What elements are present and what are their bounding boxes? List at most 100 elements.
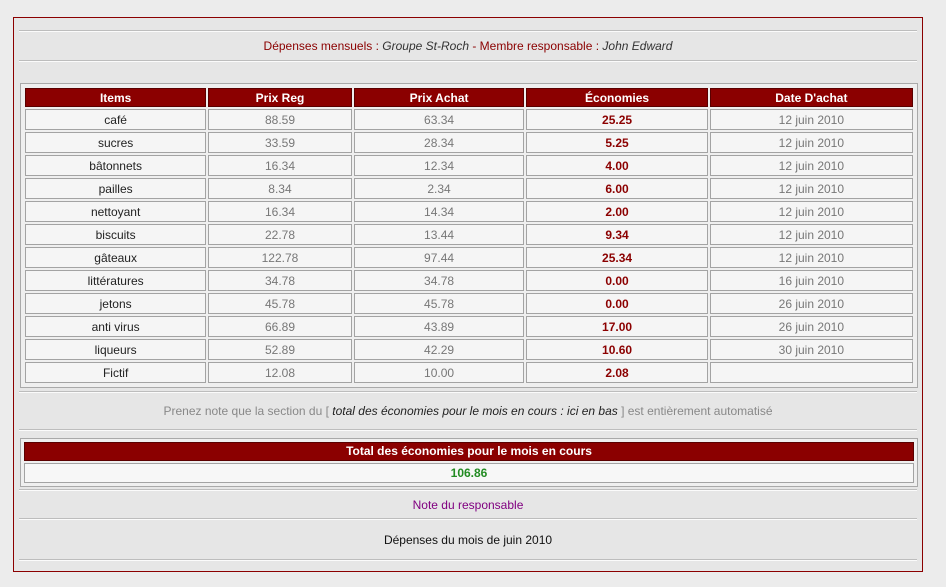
table-row: café 88.59 63.34 25.25 12 juin 2010 xyxy=(25,109,913,130)
expenses-table-container: Items Prix Reg Prix Achat Économies Date… xyxy=(20,83,918,388)
table-row: jetons 45.78 45.78 0.00 26 juin 2010 xyxy=(25,293,913,314)
cell-prix-achat: 34.78 xyxy=(353,270,525,291)
table-row: liqueurs 52.89 42.29 10.60 30 juin 2010 xyxy=(25,339,913,360)
cell-prix-achat: 13.44 xyxy=(353,224,525,245)
cell-item: littératures xyxy=(25,270,207,291)
column-header-prix-reg: Prix Reg xyxy=(208,88,352,107)
divider xyxy=(19,60,917,62)
cell-prix-achat: 10.00 xyxy=(353,362,525,383)
cell-economies: 9.34 xyxy=(526,224,708,245)
main-frame: Dépenses mensuels : Groupe St-Roch - Mem… xyxy=(13,17,923,572)
cell-item: anti virus xyxy=(25,316,207,337)
cell-item: sucres xyxy=(25,132,207,153)
divider xyxy=(19,429,917,431)
column-header-prix-achat: Prix Achat xyxy=(353,88,525,107)
cell-item: bâtonnets xyxy=(25,155,207,176)
cell-economies: 6.00 xyxy=(526,178,708,199)
monthly-total-title: Total des économies pour le mois en cour… xyxy=(24,442,914,461)
divider xyxy=(19,391,917,393)
note-emphasis: total des économies pour le mois en cour… xyxy=(332,404,618,418)
cell-date: 12 juin 2010 xyxy=(709,224,913,245)
cell-prix-achat: 2.34 xyxy=(353,178,525,199)
cell-date: 26 juin 2010 xyxy=(709,293,913,314)
cell-item: liqueurs xyxy=(25,339,207,360)
divider xyxy=(19,518,917,520)
cell-item: Fictif xyxy=(25,362,207,383)
cell-date: 12 juin 2010 xyxy=(709,247,913,268)
cell-prix-reg: 122.78 xyxy=(208,247,352,268)
column-header-items: Items xyxy=(25,88,207,107)
cell-prix-achat: 28.34 xyxy=(353,132,525,153)
cell-prix-achat: 12.34 xyxy=(353,155,525,176)
cell-prix-reg: 12.08 xyxy=(208,362,352,383)
note-prefix: Prenez note que la section du [ xyxy=(163,404,329,418)
cell-prix-achat: 42.29 xyxy=(353,339,525,360)
page-header: Dépenses mensuels : Groupe St-Roch - Mem… xyxy=(14,39,922,53)
divider xyxy=(19,30,917,32)
cell-date: 12 juin 2010 xyxy=(709,178,913,199)
divider xyxy=(19,559,917,561)
cell-economies: 25.25 xyxy=(526,109,708,130)
cell-prix-achat: 63.34 xyxy=(353,109,525,130)
cell-date: 12 juin 2010 xyxy=(709,155,913,176)
responsable-note-link[interactable]: Note du responsable xyxy=(14,498,922,512)
cell-economies: 2.08 xyxy=(526,362,708,383)
cell-item: jetons xyxy=(25,293,207,314)
cell-prix-reg: 34.78 xyxy=(208,270,352,291)
cell-date: 16 juin 2010 xyxy=(709,270,913,291)
expenses-table: Items Prix Reg Prix Achat Économies Date… xyxy=(23,86,915,385)
cell-item: biscuits xyxy=(25,224,207,245)
monthly-total-container: Total des économies pour le mois en cour… xyxy=(20,438,918,487)
monthly-total-value: 106.86 xyxy=(24,463,914,483)
table-row: Fictif 12.08 10.00 2.08 xyxy=(25,362,913,383)
cell-item: pailles xyxy=(25,178,207,199)
table-row: biscuits 22.78 13.44 9.34 12 juin 2010 xyxy=(25,224,913,245)
group-name: Groupe St-Roch xyxy=(382,39,469,53)
cell-item: gâteaux xyxy=(25,247,207,268)
cell-item: nettoyant xyxy=(25,201,207,222)
cell-date: 12 juin 2010 xyxy=(709,109,913,130)
cell-date: 12 juin 2010 xyxy=(709,132,913,153)
column-header-date-achat: Date D'achat xyxy=(709,88,913,107)
table-row: pailles 8.34 2.34 6.00 12 juin 2010 xyxy=(25,178,913,199)
cell-prix-achat: 97.44 xyxy=(353,247,525,268)
month-title: Dépenses du mois de juin 2010 xyxy=(383,533,553,547)
table-row: gâteaux 122.78 97.44 25.34 12 juin 2010 xyxy=(25,247,913,268)
cell-date: 26 juin 2010 xyxy=(709,316,913,337)
cell-economies: 25.34 xyxy=(526,247,708,268)
cell-prix-reg: 66.89 xyxy=(208,316,352,337)
table-row: bâtonnets 16.34 12.34 4.00 12 juin 2010 xyxy=(25,155,913,176)
cell-economies: 0.00 xyxy=(526,293,708,314)
label-depenses: Dépenses mensuels : xyxy=(263,39,379,53)
cell-economies: 10.60 xyxy=(526,339,708,360)
cell-prix-reg: 8.34 xyxy=(208,178,352,199)
cell-prix-reg: 45.78 xyxy=(208,293,352,314)
note-suffix: ] est entièrement automatisé xyxy=(621,404,773,418)
cell-economies: 0.00 xyxy=(526,270,708,291)
cell-date xyxy=(709,362,913,383)
automation-note: Prenez note que la section du [ total de… xyxy=(14,404,922,418)
cell-prix-achat: 45.78 xyxy=(353,293,525,314)
column-header-economies: Économies xyxy=(526,88,708,107)
table-row: anti virus 66.89 43.89 17.00 26 juin 201… xyxy=(25,316,913,337)
cell-prix-reg: 52.89 xyxy=(208,339,352,360)
cell-item: café xyxy=(25,109,207,130)
table-row: nettoyant 16.34 14.34 2.00 12 juin 2010 xyxy=(25,201,913,222)
cell-prix-reg: 88.59 xyxy=(208,109,352,130)
cell-date: 30 juin 2010 xyxy=(709,339,913,360)
cell-prix-reg: 16.34 xyxy=(208,201,352,222)
cell-prix-achat: 43.89 xyxy=(353,316,525,337)
cell-prix-reg: 33.59 xyxy=(208,132,352,153)
table-row: littératures 34.78 34.78 0.00 16 juin 20… xyxy=(25,270,913,291)
label-membre: Membre responsable : xyxy=(479,39,600,53)
divider xyxy=(19,489,917,491)
header-separator: - xyxy=(469,39,480,53)
cell-economies: 2.00 xyxy=(526,201,708,222)
table-header-row: Items Prix Reg Prix Achat Économies Date… xyxy=(25,88,913,107)
member-name: John Edward xyxy=(602,39,673,53)
cell-prix-reg: 22.78 xyxy=(208,224,352,245)
cell-economies: 5.25 xyxy=(526,132,708,153)
table-row: sucres 33.59 28.34 5.25 12 juin 2010 xyxy=(25,132,913,153)
cell-economies: 17.00 xyxy=(526,316,708,337)
cell-prix-reg: 16.34 xyxy=(208,155,352,176)
